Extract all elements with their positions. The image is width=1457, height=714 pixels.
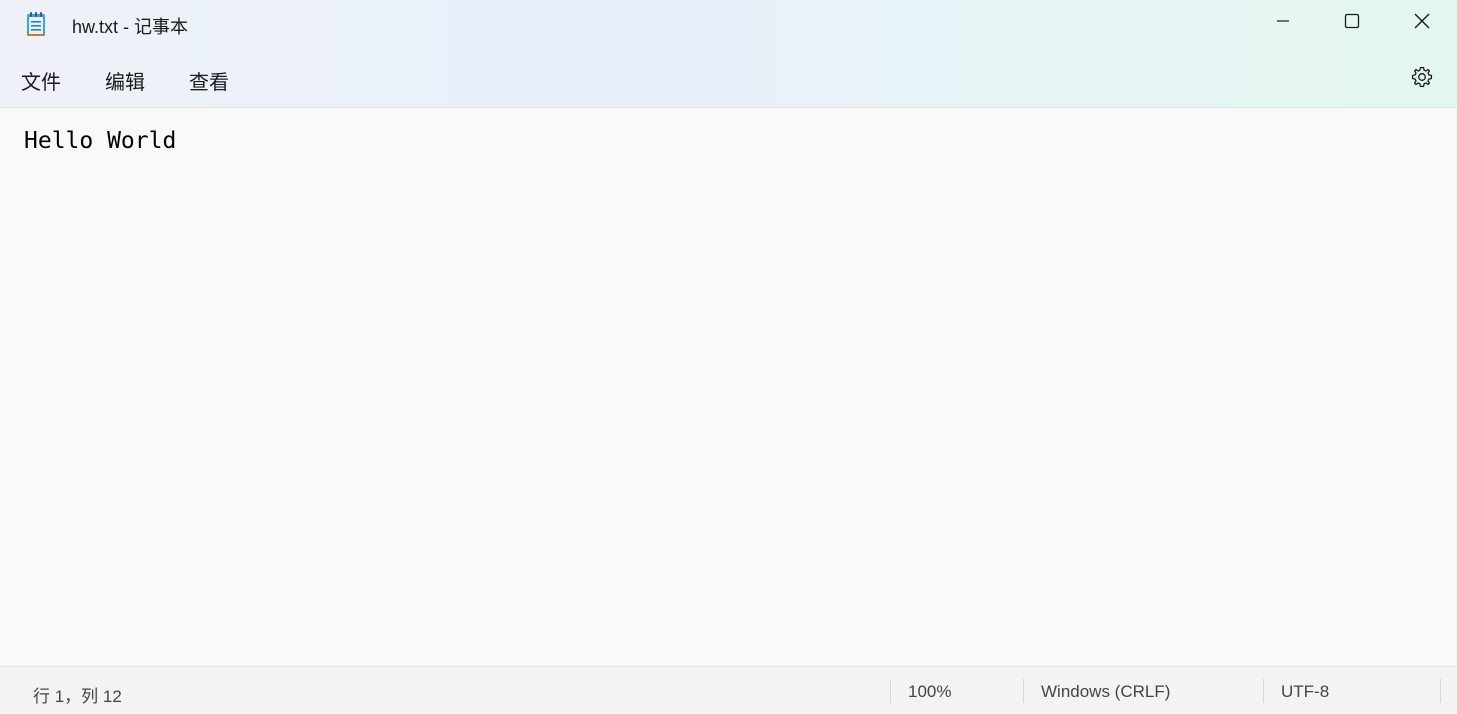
maximize-button[interactable] xyxy=(1317,0,1387,46)
minimize-icon xyxy=(1275,13,1291,34)
menu-view[interactable]: 查看 xyxy=(185,66,233,95)
status-divider xyxy=(1023,679,1024,703)
text-editor[interactable]: Hello World xyxy=(0,108,1457,666)
window-chrome: hw.txt - 记事本 文件 编辑 查看 xyxy=(0,0,1457,108)
line-ending: Windows (CRLF) xyxy=(1041,682,1171,701)
title-bar[interactable]: hw.txt - 记事本 xyxy=(0,0,1457,48)
cursor-position: 行 1，列 12 xyxy=(33,687,122,706)
status-divider xyxy=(890,679,891,703)
status-bar: 行 1，列 12 100% Windows (CRLF) UTF-8 xyxy=(0,666,1457,714)
maximize-icon xyxy=(1344,13,1360,34)
settings-button[interactable] xyxy=(1405,62,1439,96)
menu-bar: 文件 编辑 查看 xyxy=(0,56,1457,104)
close-button[interactable] xyxy=(1387,0,1457,46)
close-icon xyxy=(1413,12,1431,35)
menu-file[interactable]: 文件 xyxy=(17,66,65,95)
notepad-window: hw.txt - 记事本 文件 编辑 查看 Hello World 行 1，列 … xyxy=(0,0,1457,714)
status-divider xyxy=(1263,679,1264,703)
minimize-button[interactable] xyxy=(1248,0,1318,46)
editor-content[interactable]: Hello World xyxy=(24,128,176,154)
gear-icon xyxy=(1410,65,1434,94)
zoom-level: 100% xyxy=(908,682,952,701)
notepad-icon xyxy=(25,11,47,37)
menu-edit[interactable]: 编辑 xyxy=(101,66,149,95)
status-divider xyxy=(1440,679,1441,703)
encoding: UTF-8 xyxy=(1281,682,1330,701)
window-title: hw.txt - 记事本 xyxy=(72,17,189,37)
